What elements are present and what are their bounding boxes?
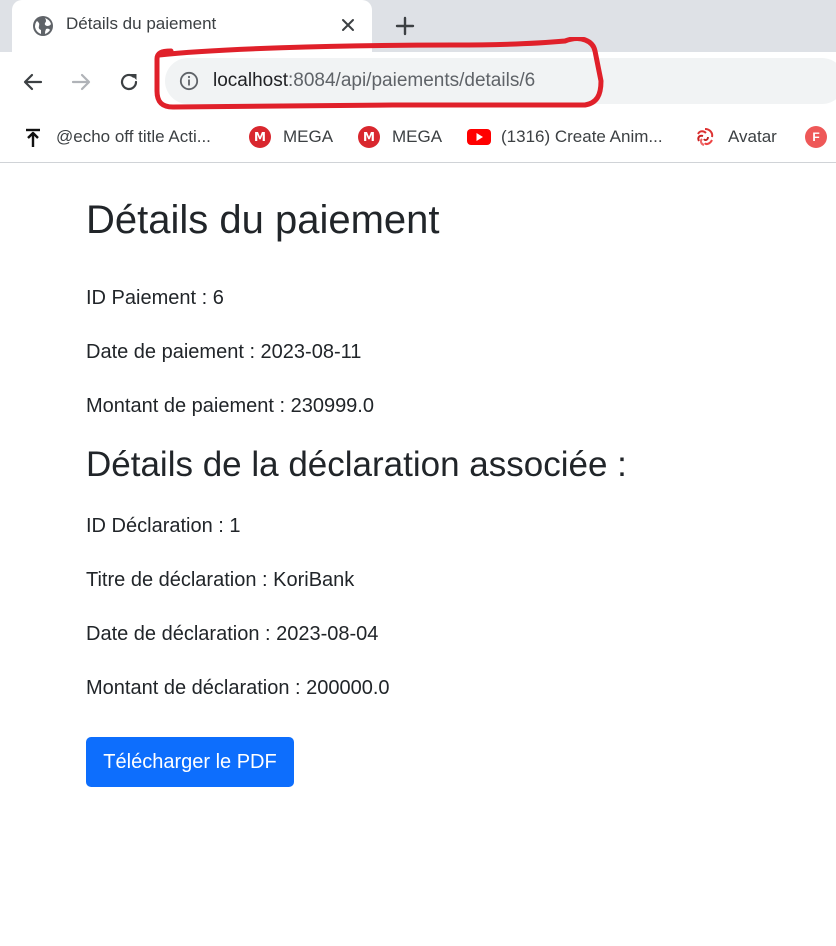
browser-toolbar: localhost:8084/api/paiements/details/6 <box>0 52 836 112</box>
declaration-amount: Montant de déclaration : 200000.0 <box>86 677 390 699</box>
f-icon: F <box>805 126 827 148</box>
address-bar[interactable]: localhost:8084/api/paiements/details/6 <box>165 58 836 104</box>
bookmarks-bar: @echo off title Acti... M MEGA M MEGA (1… <box>0 112 836 163</box>
bookmark-label: Avatar <box>728 127 777 146</box>
bookmark-item[interactable]: Avatar <box>694 124 777 150</box>
tab-title: Détails du paiement <box>66 14 217 33</box>
browser-tab[interactable]: Détails du paiement <box>12 0 372 52</box>
globe-icon <box>32 15 54 37</box>
payment-id: ID Paiement : 6 <box>86 287 224 309</box>
payment-date: Date de paiement : 2023-08-11 <box>86 341 362 363</box>
url-path: :8084/api/paiements/details/6 <box>288 70 536 91</box>
bookmark-item[interactable]: (1316) Create Anim... <box>467 124 663 150</box>
avatar-swirl-icon <box>694 126 716 148</box>
close-tab-icon[interactable] <box>338 15 358 35</box>
forward-arrow-icon[interactable] <box>67 68 95 96</box>
new-tab-plus-icon[interactable] <box>392 13 418 39</box>
payment-amount: Montant de paiement : 230999.0 <box>86 395 374 417</box>
bookmark-label: MEGA <box>392 127 443 146</box>
declaration-date: Date de déclaration : 2023-08-04 <box>86 623 379 645</box>
arrow-up-bar-icon <box>22 126 44 148</box>
declaration-title: Titre de déclaration : KoriBank <box>86 569 355 591</box>
youtube-icon <box>467 126 491 148</box>
mega-icon: M <box>358 126 380 148</box>
bookmark-item[interactable]: M MEGA <box>358 124 442 150</box>
url-text[interactable]: localhost:8084/api/paiements/details/6 <box>213 70 535 92</box>
page-title: Détails du paiement <box>86 198 440 242</box>
reload-icon[interactable] <box>115 68 143 96</box>
tab-strip: Détails du paiement <box>0 0 836 52</box>
bookmark-item[interactable]: @echo off title Acti... <box>22 124 211 150</box>
info-icon[interactable] <box>179 71 199 91</box>
mega-icon: M <box>249 126 271 148</box>
bookmark-label: (1316) Create Anim... <box>501 127 663 146</box>
declaration-id: ID Déclaration : 1 <box>86 515 241 537</box>
bookmark-label: @echo off title Acti... <box>56 127 211 146</box>
bookmark-item[interactable]: M MEGA <box>249 124 333 150</box>
back-arrow-icon[interactable] <box>19 68 47 96</box>
bookmark-item[interactable]: F <box>805 124 836 150</box>
declaration-section-title: Détails de la déclaration associée : <box>86 445 627 484</box>
url-host: localhost <box>213 70 288 91</box>
bookmark-label: MEGA <box>283 127 334 146</box>
download-pdf-button[interactable]: Télécharger le PDF <box>86 737 294 787</box>
